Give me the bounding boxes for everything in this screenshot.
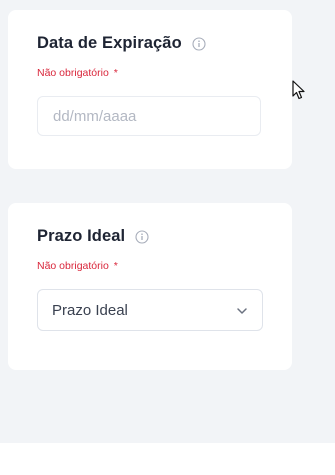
expiration-title-row: Data de Expiração [37,34,206,53]
expiration-date-input[interactable] [37,96,261,136]
deadline-title-row: Prazo Ideal [37,227,149,246]
mouse-pointer-icon [292,80,306,101]
deadline-selected-value: Prazo Ideal [52,301,128,319]
expiration-optional-hint: Não obrigatório * [37,67,118,79]
deadline-hint-text: Não obrigatório [37,260,109,272]
deadline-card: Prazo Ideal Não obrigatório * Prazo Idea… [8,203,292,370]
required-mark: * [113,67,118,79]
expiration-hint-text: Não obrigatório [37,67,109,79]
chevron-down-icon [236,304,248,316]
deadline-select[interactable]: Prazo Ideal [37,289,263,331]
info-icon[interactable] [192,36,206,51]
expiration-title: Data de Expiração [37,34,182,52]
deadline-title: Prazo Ideal [37,227,126,245]
expiration-date-card: Data de Expiração Não obrigatório * [8,10,292,169]
deadline-optional-hint: Não obrigatório * [37,260,118,272]
required-mark: * [113,260,118,272]
bottom-strip [0,443,335,475]
info-icon[interactable] [135,229,149,244]
